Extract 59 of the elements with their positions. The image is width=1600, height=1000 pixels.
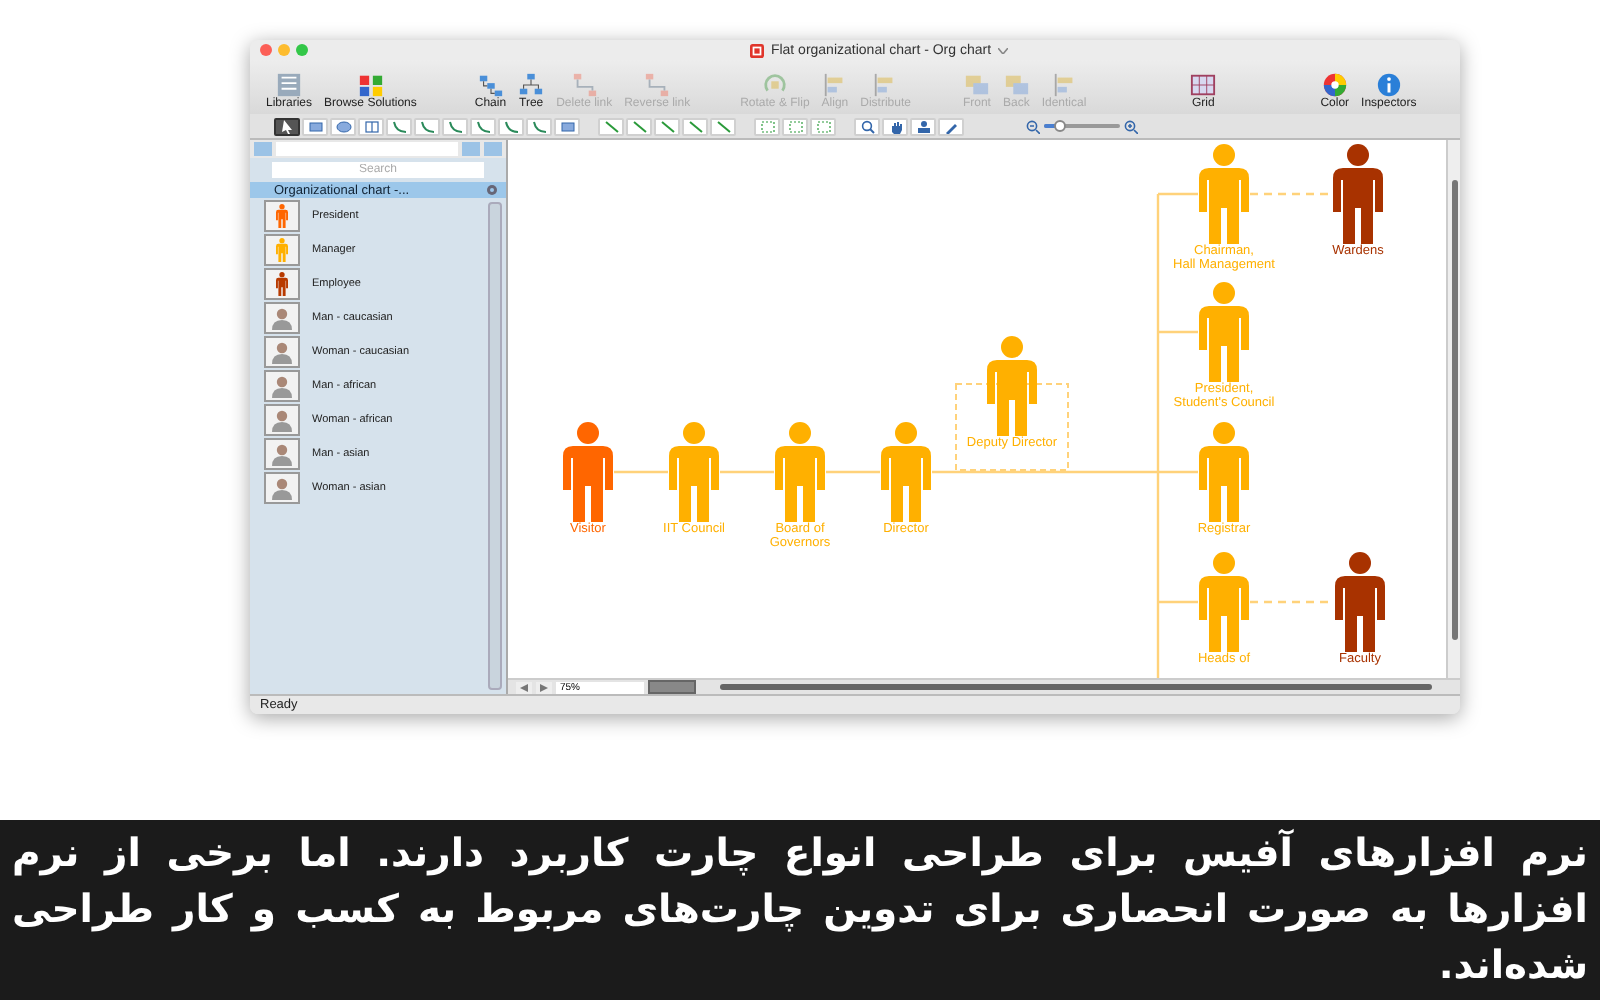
zoom-in-icon — [1124, 119, 1138, 133]
link-icon — [571, 72, 598, 98]
info-icon — [1375, 72, 1402, 98]
stack-icon — [1003, 72, 1030, 98]
path-field[interactable] — [276, 142, 458, 156]
avatar-icon — [270, 374, 294, 398]
pointer-icon — [279, 119, 295, 133]
connector-line — [614, 470, 668, 474]
caption-text: نرم افزارهای آفیس برای طراحی انواع چارت کاربرد دارند. اما برخی از نرم افزارها به صورت انحصاری برای تدوین چارت‌های مربوط به کسب و کار طراحی شده‌اند. — [12, 827, 1588, 992]
blocks-icon — [357, 72, 384, 98]
color-wheel-icon — [1321, 72, 1348, 98]
line-icon — [659, 119, 675, 133]
stamp-icon — [915, 119, 931, 133]
line-icon — [603, 119, 619, 133]
connector-line — [826, 470, 880, 474]
person-figure[interactable] — [1335, 552, 1385, 652]
vertical-scrollbar[interactable] — [1446, 140, 1460, 678]
rectangle-icon — [559, 119, 575, 133]
avatar-icon — [270, 442, 294, 466]
chain-icon — [477, 72, 504, 98]
line-icon — [715, 119, 731, 133]
left-arrow-icon — [520, 683, 528, 691]
search-icon — [859, 119, 875, 133]
next-page-button[interactable] — [536, 681, 552, 693]
hand-icon — [887, 119, 903, 133]
grid-icon — [1190, 72, 1217, 98]
line-icon — [687, 119, 703, 133]
rectangle-icon — [307, 119, 323, 133]
caret-icon — [997, 47, 1008, 53]
zoom-button[interactable] — [296, 44, 308, 56]
ellipse-icon — [335, 119, 351, 133]
avatar-icon — [270, 408, 294, 432]
align-icon — [1051, 72, 1077, 98]
app-icon — [750, 43, 765, 57]
avatar-icon — [270, 306, 294, 330]
avatar-icon — [270, 476, 294, 500]
eyedropper-icon — [943, 119, 959, 133]
person-figure[interactable] — [563, 422, 613, 522]
align-icon — [821, 72, 848, 98]
zoom-out-icon — [1026, 119, 1040, 133]
horizontal-scrollbar[interactable] — [720, 684, 1432, 690]
line-icon — [631, 119, 647, 133]
avatar-icon — [270, 340, 294, 364]
right-arrow-icon — [540, 683, 548, 691]
previous-page-button[interactable] — [516, 681, 532, 693]
tool-button[interactable] — [274, 117, 300, 135]
scrollbar[interactable] — [488, 202, 502, 690]
person-figure[interactable] — [1333, 144, 1383, 244]
close-button[interactable] — [260, 44, 272, 56]
settings-icon — [486, 184, 498, 196]
connector-line — [720, 470, 774, 474]
connector-line — [1250, 600, 1334, 604]
table-icon — [363, 119, 379, 133]
tree-icon — [518, 72, 545, 98]
link-icon — [644, 72, 671, 98]
connector-line — [1250, 192, 1332, 196]
stack-icon — [963, 72, 990, 98]
dashed-frame — [955, 383, 1069, 471]
library-icon — [276, 72, 302, 98]
